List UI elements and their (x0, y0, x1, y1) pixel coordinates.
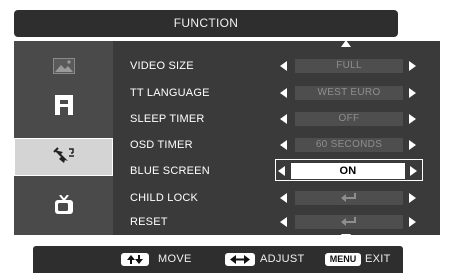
row-value: WEST EURO (295, 86, 403, 100)
tools-icon (52, 146, 76, 169)
sidebar-item-picture[interactable] (14, 49, 113, 87)
menu-row-osd-timer[interactable]: OSD TIMER 60 SECONDS (113, 135, 440, 155)
row-value (295, 215, 403, 229)
move-label: MOVE (158, 253, 192, 265)
menu-row-reset[interactable]: RESET (113, 212, 440, 232)
sidebar (14, 41, 113, 235)
arrow-right-icon[interactable] (409, 140, 416, 150)
arrow-right-icon[interactable] (410, 166, 417, 176)
arrow-left-icon[interactable] (278, 166, 285, 176)
arrow-left-icon[interactable] (280, 88, 287, 98)
menu-row-tt-language[interactable]: TT LANGUAGE WEST EURO (113, 83, 440, 103)
menu-row-sleep-timer[interactable]: SLEEP TIMER OFF (113, 109, 440, 129)
scroll-down-icon[interactable] (341, 234, 351, 241)
monitor-stand-icon (54, 94, 73, 120)
menu-title: FUNCTION (14, 10, 398, 37)
menu-row-video-size[interactable]: VIDEO SIZE FULL (113, 56, 440, 76)
row-label: SLEEP TIMER (130, 113, 205, 125)
row-value (295, 191, 403, 205)
menu-key-badge: MENU (325, 253, 361, 266)
picture-icon (52, 57, 75, 79)
sidebar-item-tv[interactable] (14, 188, 113, 226)
sidebar-item-setup[interactable] (14, 138, 113, 176)
enter-icon (341, 217, 356, 227)
arrow-right-icon[interactable] (409, 114, 416, 124)
row-label: CHILD LOCK (130, 192, 199, 204)
scroll-up-icon[interactable] (341, 40, 351, 47)
up-down-key-icon (121, 253, 149, 266)
row-label: TT LANGUAGE (130, 87, 210, 99)
arrow-left-icon[interactable] (280, 140, 287, 150)
row-label: OSD TIMER (130, 139, 193, 151)
key-hint-bar: MOVE ADJUST MENU EXIT (33, 246, 403, 273)
row-value: FULL (295, 59, 403, 73)
enter-icon (341, 193, 356, 203)
arrow-right-icon[interactable] (409, 193, 416, 203)
sidebar-item-display[interactable] (14, 88, 113, 126)
row-label: VIDEO SIZE (130, 60, 194, 72)
row-label: BLUE SCREEN (130, 165, 210, 177)
left-right-key-icon (225, 253, 255, 266)
row-value: OFF (295, 112, 403, 126)
arrow-left-icon[interactable] (280, 217, 287, 227)
row-value: 60 SECONDS (295, 138, 403, 152)
arrow-left-icon[interactable] (280, 193, 287, 203)
tv-icon (54, 193, 74, 220)
arrow-right-icon[interactable] (409, 217, 416, 227)
arrow-right-icon[interactable] (409, 61, 416, 71)
menu-row-blue-screen[interactable]: BLUE SCREEN ON (113, 159, 440, 181)
arrow-right-icon[interactable] (409, 88, 416, 98)
arrow-left-icon[interactable] (280, 61, 287, 71)
row-value: ON (291, 163, 405, 179)
arrow-left-icon[interactable] (280, 114, 287, 124)
row-label: RESET (130, 216, 168, 228)
menu-row-child-lock[interactable]: CHILD LOCK (113, 188, 440, 208)
exit-label: EXIT (365, 253, 391, 265)
adjust-label: ADJUST (260, 253, 305, 265)
